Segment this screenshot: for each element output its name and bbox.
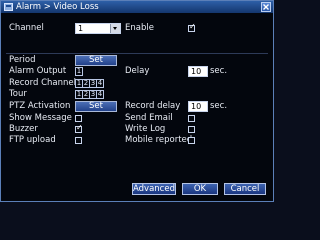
ptz-set-button[interactable]: Set — [75, 101, 117, 112]
record-delay-unit: sec. — [210, 101, 228, 111]
title-bar: Alarm > Video Loss — [1, 1, 273, 13]
ptz-activation-label: PTZ Activation — [9, 101, 71, 111]
chevron-down-icon — [110, 24, 120, 33]
tour-box-4[interactable]: 4 — [96, 90, 104, 99]
delay-input[interactable]: 10 — [188, 66, 208, 77]
channel-label: Channel — [9, 23, 44, 33]
show-message-checkbox[interactable] — [75, 115, 82, 122]
record-channel-box-4[interactable]: 4 — [96, 79, 104, 88]
delay-label: Delay — [125, 66, 150, 76]
alarm-output-box-1[interactable]: 1 — [75, 67, 83, 76]
write-log-label: Write Log — [125, 124, 166, 134]
channel-value: 1 — [78, 24, 84, 33]
close-button[interactable] — [261, 2, 271, 12]
send-email-label: Send Email — [125, 113, 173, 123]
alarm-video-loss-window: Alarm > Video Loss Channel 1 Enable Peri… — [0, 0, 274, 202]
buzzer-checkbox[interactable] — [75, 123, 83, 133]
window-icon — [4, 3, 13, 11]
ftp-upload-label: FTP upload — [9, 135, 56, 145]
show-message-label: Show Message — [9, 113, 72, 123]
alarm-output-label: Alarm Output — [9, 66, 67, 76]
buzzer-label: Buzzer — [9, 124, 38, 134]
write-log-checkbox[interactable] — [188, 126, 195, 133]
window-title: Alarm > Video Loss — [16, 2, 99, 12]
enable-checkbox[interactable] — [188, 22, 196, 32]
mobile-reported-label: Mobile reported — [125, 135, 193, 145]
ok-button[interactable]: OK — [182, 183, 218, 195]
mobile-reported-checkbox[interactable] — [188, 137, 195, 144]
period-label: Period — [9, 55, 36, 65]
period-set-button[interactable]: Set — [75, 55, 117, 66]
close-icon — [263, 4, 269, 10]
record-delay-input[interactable]: 10 — [188, 101, 208, 112]
tour-label: Tour — [9, 89, 27, 99]
ftp-upload-checkbox[interactable] — [75, 137, 82, 144]
enable-label: Enable — [125, 23, 154, 33]
cancel-button[interactable]: Cancel — [224, 183, 266, 195]
record-channel-label: Record Channel — [9, 78, 76, 88]
divider — [6, 53, 268, 54]
delay-unit: sec. — [210, 66, 228, 76]
send-email-checkbox[interactable] — [188, 115, 195, 122]
record-delay-label: Record delay — [125, 101, 181, 111]
advanced-button[interactable]: Advanced — [132, 183, 176, 195]
channel-select[interactable]: 1 — [75, 23, 121, 34]
